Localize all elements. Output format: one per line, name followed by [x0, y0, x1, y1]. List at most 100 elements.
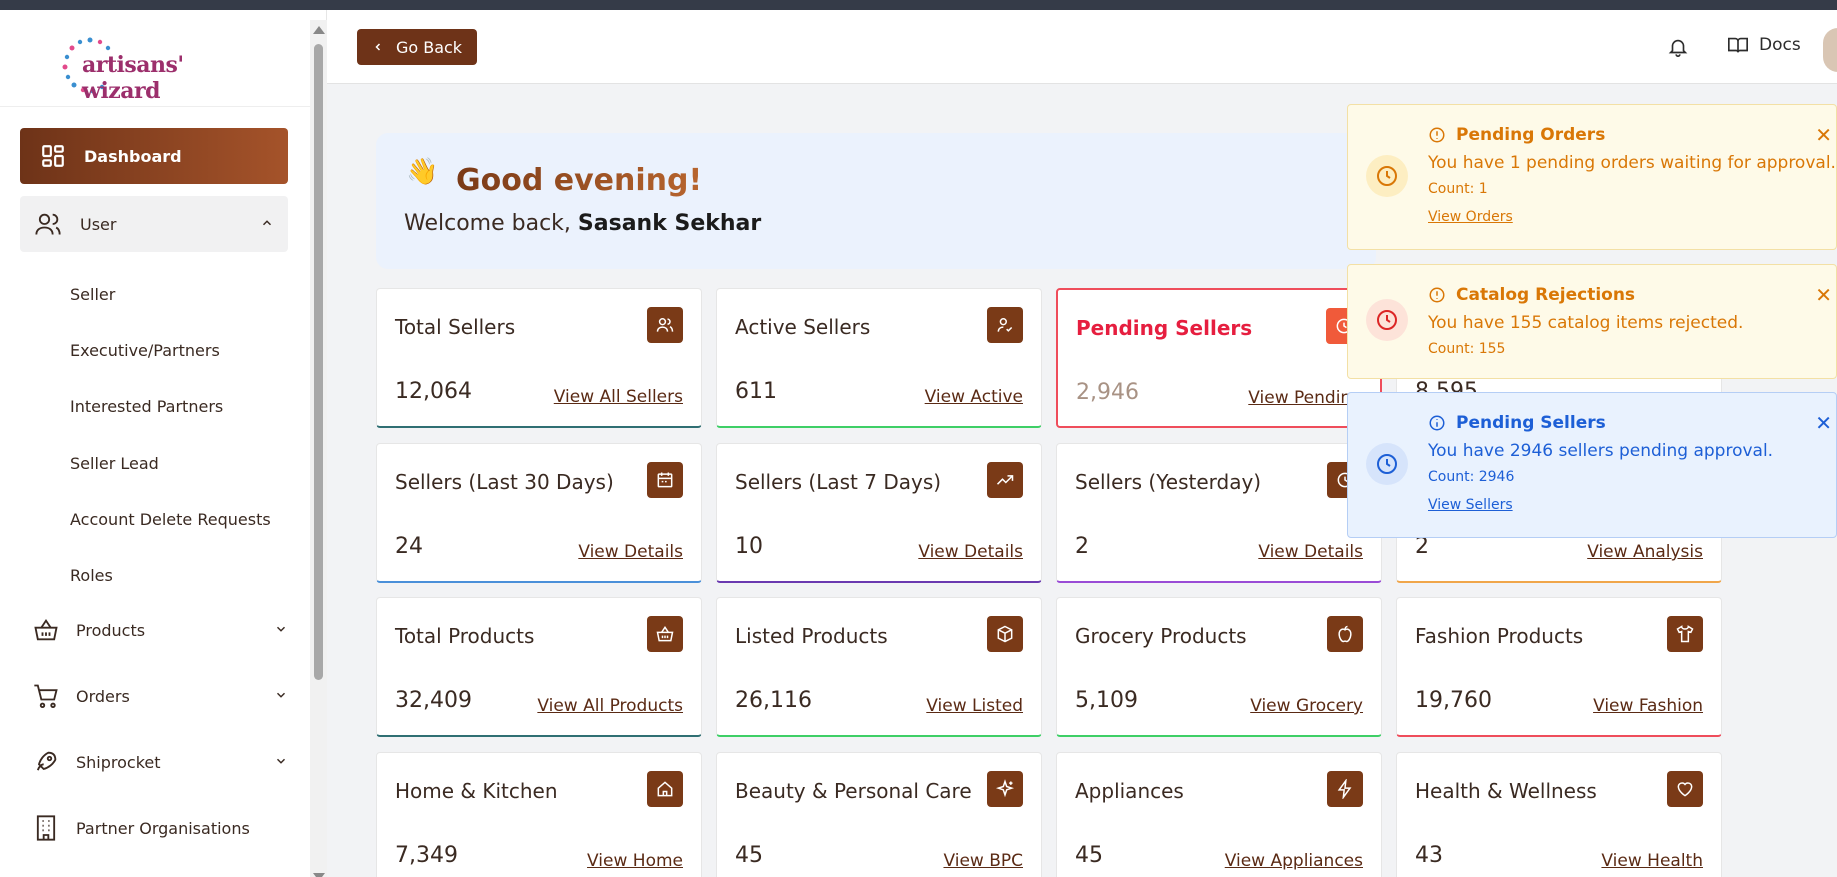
stat-card-link[interactable]: View Pending: [1248, 388, 1362, 408]
stat-card-value: 2: [1075, 534, 1089, 559]
scroll-thumb[interactable]: [314, 44, 323, 680]
window-top-strip: [0, 0, 1837, 10]
alert-circle-icon: [1429, 127, 1445, 143]
stat-card-value: 45: [735, 843, 763, 868]
stat-card-title: Beauty & Personal Care: [735, 779, 972, 803]
stat-card-link[interactable]: View Appliances: [1225, 851, 1363, 871]
docs-link[interactable]: Docs: [1727, 34, 1801, 56]
stat-card-link[interactable]: View Fashion: [1593, 696, 1703, 716]
view-sellers-link[interactable]: View Sellers: [1428, 497, 1513, 513]
toast-count: Count: 1: [1428, 181, 1488, 197]
stat-card: Appliances 45 View Appliances: [1056, 752, 1382, 877]
close-icon[interactable]: ✕: [1815, 123, 1832, 147]
toast-message: You have 1 pending orders waiting for ap…: [1428, 153, 1836, 173]
apple-icon: [1327, 616, 1363, 652]
sidebar-item-partner-organisations[interactable]: Partner Organisations: [32, 808, 288, 848]
stat-card-link[interactable]: View Active: [925, 387, 1023, 407]
info-circle-icon: [1429, 415, 1445, 431]
building-icon: [36, 815, 56, 841]
waving-hand-icon: 👋: [406, 157, 439, 187]
sidebar: artisans' wizard Dashboard User Seller E…: [0, 10, 327, 877]
stat-card: Total Products 32,409 View All Products: [376, 597, 702, 737]
basket-icon: [34, 618, 58, 641]
sidebar-item-orders[interactable]: Orders: [32, 676, 288, 716]
sparkle-icon: [987, 771, 1023, 807]
sidebar-item-user[interactable]: User: [20, 196, 288, 252]
stat-card-link[interactable]: View BPC: [943, 851, 1023, 871]
welcome-prefix: Welcome back,: [404, 211, 571, 236]
sidebar-item-label: User: [80, 214, 117, 234]
stat-card-value: 10: [735, 534, 763, 559]
close-icon[interactable]: ✕: [1815, 411, 1832, 435]
welcome-text: Welcome back, Sasank Sekhar: [404, 211, 761, 236]
go-back-button[interactable]: Go Back: [357, 29, 477, 65]
sidebar-item-account-delete-requests[interactable]: Account Delete Requests: [70, 510, 271, 529]
stat-card: Home & Kitchen 7,349 View Home: [376, 752, 702, 877]
stat-card: Sellers (Yesterday) 2 View Details: [1056, 443, 1382, 583]
view-orders-link[interactable]: View Orders: [1428, 209, 1513, 225]
chevron-down-icon: [276, 692, 286, 698]
close-icon[interactable]: ✕: [1815, 283, 1832, 307]
cart-icon: [34, 684, 58, 709]
stat-card-link[interactable]: View Home: [587, 851, 683, 871]
sidebar-item-dashboard[interactable]: Dashboard: [20, 128, 288, 184]
stat-card-value: 24: [395, 534, 423, 559]
user-name: Sasank Sekhar: [577, 211, 762, 236]
chevron-down-icon: [276, 626, 286, 632]
toast-pending-orders: Pending Orders You have 1 pending orders…: [1347, 104, 1837, 250]
sidebar-item-interested-partners[interactable]: Interested Partners: [70, 397, 223, 416]
stat-card-link[interactable]: View Analysis: [1587, 542, 1703, 562]
stat-card-title: Listed Products: [735, 624, 888, 648]
stat-card-link[interactable]: View All Sellers: [554, 387, 683, 407]
stat-card-title: Sellers (Yesterday): [1075, 470, 1262, 494]
clock-icon: [1366, 299, 1408, 341]
stat-card-link[interactable]: View Listed: [926, 696, 1023, 716]
stat-card: Beauty & Personal Care 45 View BPC: [716, 752, 1042, 877]
stat-card-link[interactable]: View Grocery: [1250, 696, 1363, 716]
stat-card-link[interactable]: View Details: [578, 542, 683, 562]
stat-card-title: Total Products: [395, 624, 535, 648]
users-icon: [647, 307, 683, 343]
brand-logo[interactable]: artisans' wizard: [60, 24, 260, 104]
sidebar-item-label: Products: [76, 620, 146, 640]
stat-card-link[interactable]: View Details: [1258, 542, 1363, 562]
toast-count: Count: 2946: [1428, 469, 1515, 485]
toast-count: Count: 155: [1428, 341, 1506, 357]
sidebar-item-shiprocket[interactable]: Shiprocket: [32, 742, 288, 782]
stat-card-link[interactable]: View Details: [918, 542, 1023, 562]
stat-card-value: 43: [1415, 843, 1443, 868]
sidebar-item-products[interactable]: Products: [32, 610, 288, 650]
sidebar-scrollbar[interactable]: [310, 20, 327, 877]
stat-card-link[interactable]: View All Products: [537, 696, 683, 716]
docs-label: Docs: [1759, 35, 1801, 55]
box-icon: [987, 616, 1023, 652]
avatar[interactable]: [1823, 28, 1837, 72]
chevron-left-icon: [375, 43, 380, 51]
stat-card: Grocery Products 5,109 View Grocery: [1056, 597, 1382, 737]
sidebar-item-seller[interactable]: Seller: [70, 285, 115, 304]
stat-card-title: Sellers (Last 30 Days): [395, 470, 614, 494]
stat-card: Active Sellers 611 View Active: [716, 288, 1042, 428]
stat-card: Sellers (Last 7 Days) 10 View Details: [716, 443, 1042, 583]
toast-message: You have 155 catalog items rejected.: [1428, 313, 1744, 333]
sidebar-item-label: Shiprocket: [76, 752, 161, 772]
stat-card: Listed Products 26,116 View Listed: [716, 597, 1042, 737]
stat-card-link[interactable]: View Health: [1601, 851, 1703, 871]
bolt-icon: [1327, 771, 1363, 807]
stat-card-title: Appliances: [1075, 779, 1184, 803]
stat-card: Fashion Products 19,760 View Fashion: [1396, 597, 1722, 737]
bell-icon[interactable]: [1667, 36, 1689, 58]
toast-pending-sellers: Pending Sellers You have 2946 sellers pe…: [1347, 392, 1837, 538]
sidebar-item-seller-lead[interactable]: Seller Lead: [70, 454, 159, 473]
scroll-up-arrow[interactable]: [313, 26, 325, 34]
trend-up-icon: [987, 462, 1023, 498]
sidebar-item-roles[interactable]: Roles: [70, 566, 113, 585]
scroll-down-arrow[interactable]: [313, 873, 325, 877]
basket-icon: [647, 616, 683, 652]
sidebar-item-label: Partner Organisations: [76, 818, 250, 838]
stat-card-value: 2,946: [1076, 380, 1139, 405]
heart-icon: [1667, 771, 1703, 807]
book-open-icon: [1728, 37, 1748, 53]
sidebar-item-executive-partners[interactable]: Executive/Partners: [70, 341, 220, 360]
stat-card-title: Sellers (Last 7 Days): [735, 470, 942, 494]
